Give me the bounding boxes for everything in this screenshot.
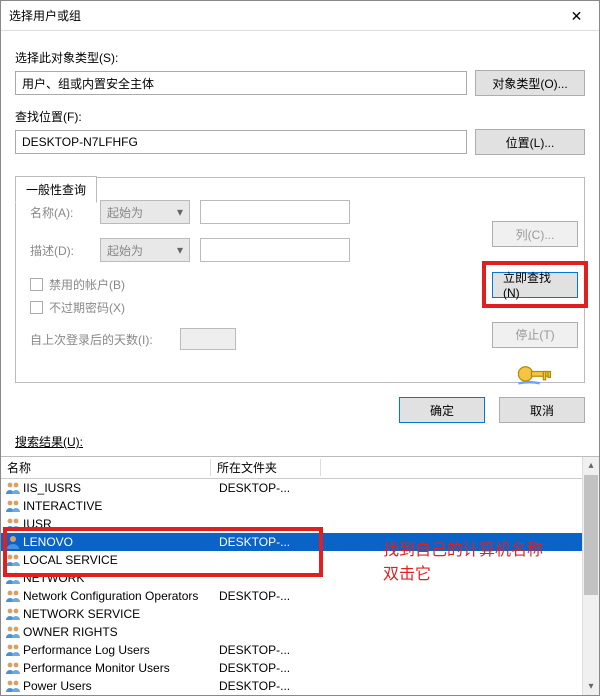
object-type-label: 选择此对象类型(S): [15,49,585,66]
locations-button[interactable]: 位置(L)... [475,129,585,155]
object-type-field: 用户、组或内置安全主体 [15,71,467,95]
result-row[interactable]: Power UsersDESKTOP-... [1,677,599,695]
group-icon [5,678,21,694]
result-name: Performance Monitor Users [23,661,213,675]
desc-combo[interactable]: 起始为▾ [100,238,190,262]
stop-button: 停止(T) [492,322,578,348]
desc-label: 描述(D): [30,242,90,259]
group-icon [5,498,21,514]
group-icon [5,642,21,658]
result-name: IIS_IUSRS [23,481,213,495]
result-folder: DESKTOP-... [213,643,290,657]
result-row[interactable]: NETWORK SERVICE [1,605,599,623]
result-name: Network Configuration Operators [23,589,213,603]
result-name: NETWORK SERVICE [23,607,213,621]
days-since-login-spinner[interactable] [180,328,236,350]
result-row[interactable]: Performance Log UsersDESKTOP-... [1,641,599,659]
result-folder: DESKTOP-... [213,661,290,675]
result-row[interactable]: Network Configuration OperatorsDESKTOP-.… [1,587,599,605]
result-name: INTERACTIVE [23,499,213,513]
result-name: Power Users [23,679,213,693]
group-icon [5,624,21,640]
annotation-highlight-row [3,527,323,577]
cancel-button[interactable]: 取消 [499,397,585,423]
close-button[interactable]: ✕ [554,1,599,31]
find-now-button[interactable]: 立即查找(N) [492,272,578,298]
group-icon [5,588,21,604]
disabled-accounts-label: 禁用的帐户(B) [49,276,125,293]
tab-general-query[interactable]: 一般性查询 [15,176,97,203]
key-icon [516,362,554,386]
result-name: OWNER RIGHTS [23,625,213,639]
result-row[interactable]: INTERACTIVE [1,497,599,515]
nonexpiring-password-label: 不过期密码(X) [49,299,125,316]
dialog-title: 选择用户或组 [1,7,554,24]
columns-button[interactable]: 列(C)... [492,221,578,247]
name-combo[interactable]: 起始为▾ [100,200,190,224]
disabled-accounts-checkbox[interactable] [30,278,43,291]
chevron-down-icon: ▾ [177,243,183,257]
results-label: 搜索结果(U): [1,429,599,456]
nonexpiring-password-checkbox[interactable] [30,301,43,314]
result-row[interactable]: IIS_IUSRSDESKTOP-... [1,479,599,497]
annotation-highlight-find: 立即查找(N) [482,261,588,308]
scroll-thumb[interactable] [584,475,598,595]
result-name: Performance Log Users [23,643,213,657]
desc-input[interactable] [200,238,350,262]
scroll-up-icon[interactable]: ▴ [583,457,599,474]
object-types-button[interactable]: 对象类型(O)... [475,70,585,96]
result-row[interactable]: OWNER RIGHTS [1,623,599,641]
result-folder: DESKTOP-... [213,589,290,603]
column-header-folder[interactable]: 所在文件夹 [211,459,321,476]
location-field: DESKTOP-N7LFHFG [15,130,467,154]
result-folder: DESKTOP-... [213,481,290,495]
annotation-text: 找到自己的计算机名称 双击它 [383,539,543,587]
name-label: 名称(A): [30,204,90,221]
days-since-login-label: 自上次登录后的天数(I): [30,331,170,348]
column-header-name[interactable]: 名称 [1,459,211,476]
group-icon [5,606,21,622]
result-folder: DESKTOP-... [213,679,290,693]
group-icon [5,660,21,676]
location-label: 查找位置(F): [15,108,585,125]
group-icon [5,480,21,496]
results-scrollbar[interactable]: ▴ ▾ [582,457,599,695]
scroll-down-icon[interactable]: ▾ [583,678,599,695]
result-row[interactable]: Performance Monitor UsersDESKTOP-... [1,659,599,677]
name-input[interactable] [200,200,350,224]
ok-button[interactable]: 确定 [399,397,485,423]
chevron-down-icon: ▾ [177,205,183,219]
